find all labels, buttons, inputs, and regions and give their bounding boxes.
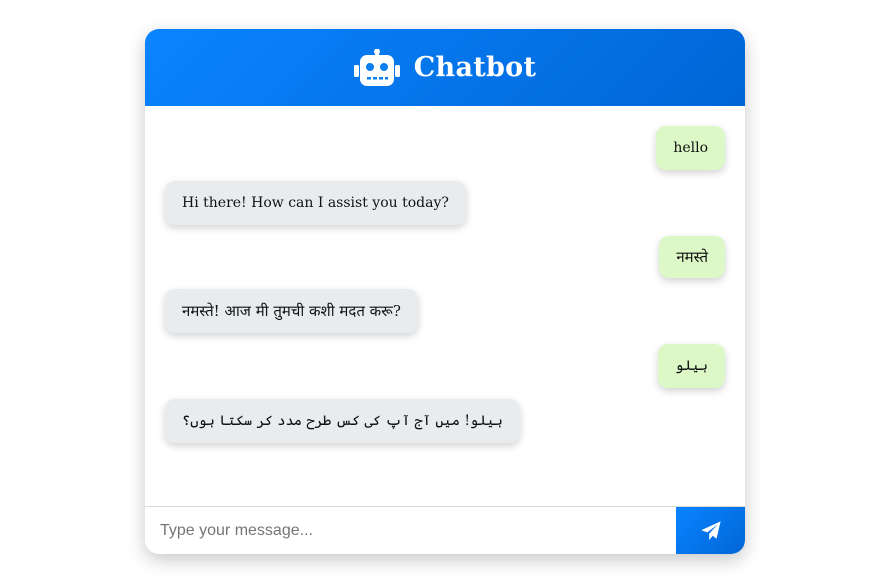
user-message: hello <box>656 126 725 170</box>
bot-message: नमस्ते! आज मी तुमची कशी मदत करू? <box>165 289 418 333</box>
message-input[interactable] <box>145 507 676 554</box>
chat-header: Chatbot <box>145 29 745 106</box>
robot-icon <box>353 48 400 86</box>
message-list: hello Hi there! How can I assist you tod… <box>145 106 745 506</box>
chat-window: Chatbot hello Hi there! How can I assist… <box>145 29 745 554</box>
user-message: ہیلو <box>658 344 725 388</box>
send-button[interactable] <box>676 507 745 554</box>
chat-title: Chatbot <box>413 52 537 83</box>
input-bar <box>145 506 745 554</box>
bot-message: ہیلو! میں آج آپ کی کس طرح مدد کر سکتا ہو… <box>165 399 520 443</box>
bot-message: Hi there! How can I assist you today? <box>165 181 466 225</box>
paper-plane-icon <box>700 520 721 540</box>
user-message: नमस्ते <box>659 236 725 278</box>
